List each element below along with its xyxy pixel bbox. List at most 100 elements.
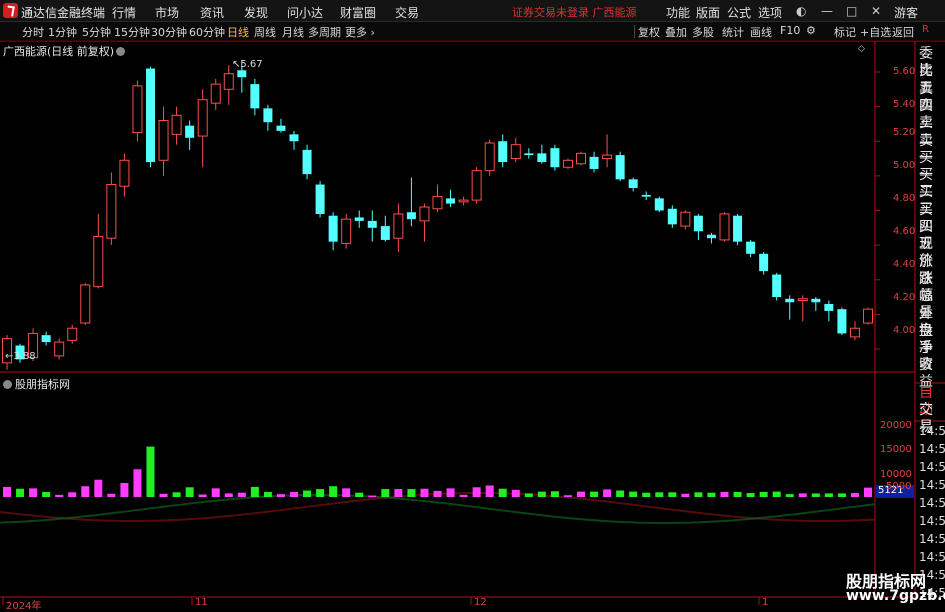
volume-bar (446, 488, 455, 497)
chart-settings-icon[interactable] (116, 47, 126, 56)
volume-bar (511, 489, 520, 497)
separator (634, 25, 635, 38)
skin-icon[interactable]: ◐ (796, 4, 806, 18)
volume-bar (550, 491, 559, 497)
low-price-label: ←3.88 (5, 351, 36, 362)
volume-bar (811, 493, 820, 497)
draw-button[interactable]: 画线 (750, 24, 772, 40)
volume-bar (263, 491, 272, 497)
candle-body (641, 194, 651, 197)
tab-60min[interactable]: 60分钟 (189, 24, 225, 40)
volume-bar (785, 494, 794, 497)
candle-body (367, 220, 377, 228)
x-label-nov: 11 (195, 597, 208, 608)
login-notice[interactable]: 证券交易未登录 广西能源 (512, 4, 637, 20)
candle-body (484, 142, 495, 172)
close-icon[interactable]: ✕ (871, 4, 881, 18)
candle-body (223, 73, 234, 90)
x-label-dec: 12 (474, 597, 487, 608)
volume-bar (590, 491, 599, 497)
volume-bar (16, 488, 25, 497)
menu-layout[interactable]: 版面 (696, 4, 720, 21)
settings-gear-icon[interactable]: ⚙ (806, 24, 816, 37)
tab-multi-period[interactable]: 多周期 (308, 24, 341, 40)
vol-y-tick-5000: 5000 (886, 481, 912, 492)
tab-daily[interactable]: 日线 (227, 24, 249, 40)
volume-bar (55, 494, 64, 497)
collapse-triangle-icon[interactable]: ◇ (858, 44, 865, 54)
volume-bar (798, 493, 807, 497)
menu-market[interactable]: 行情 (112, 4, 136, 21)
maximize-icon[interactable]: □ (846, 4, 857, 18)
adjust-button[interactable]: 复权 (638, 24, 660, 40)
volume-bar (772, 491, 781, 497)
volume-bar (94, 479, 103, 497)
volume-bar (42, 491, 51, 497)
menu-formula[interactable]: 公式 (727, 4, 751, 21)
menu-xiaoda[interactable]: 问小达 (287, 4, 323, 21)
volume-bar (211, 488, 220, 497)
candle-body (471, 170, 482, 201)
volume-bar (329, 486, 338, 497)
multi-stock-button[interactable]: 多股 (692, 24, 714, 40)
candle-body (576, 152, 586, 165)
f10-button[interactable]: F10 (780, 24, 800, 37)
stats-button[interactable]: 统计 (722, 24, 744, 40)
mark-button[interactable]: 标记 (834, 24, 856, 40)
candle-body (863, 308, 873, 324)
tab-more[interactable]: 更多 › (345, 24, 375, 40)
volume-bar (616, 490, 625, 497)
minimize-icon[interactable]: — (821, 4, 833, 18)
guest-label[interactable]: 游客 (894, 4, 918, 21)
tab-1min[interactable]: 1分钟 (48, 24, 77, 40)
tab-weekly[interactable]: 周线 (254, 24, 276, 40)
candle-body (759, 253, 769, 272)
volume-bar (472, 487, 481, 497)
tab-30min[interactable]: 30分钟 (151, 24, 187, 40)
volume-bar (537, 491, 546, 497)
candle-body (93, 235, 104, 288)
candle-body (746, 241, 756, 254)
add-watchlist-button[interactable]: +自选 (860, 24, 891, 40)
volume-bar (133, 469, 142, 497)
menu-trade[interactable]: 交易 (395, 4, 419, 21)
menu-discover[interactable]: 发现 (244, 4, 268, 21)
candle-body (315, 184, 325, 214)
tab-15min[interactable]: 15分钟 (114, 24, 150, 40)
indicator-wave-line (0, 492, 876, 522)
candle-body (602, 154, 613, 160)
volume-bar (355, 492, 364, 497)
candle-body (328, 215, 338, 242)
candle-body (446, 198, 456, 204)
candle-body (119, 159, 130, 187)
menu-news[interactable]: 资讯 (200, 4, 224, 21)
menu-function[interactable]: 功能 (666, 4, 690, 21)
candle-body (550, 148, 560, 168)
volume-bar (498, 488, 507, 497)
volume-bar (29, 488, 38, 497)
candle-body (210, 83, 221, 104)
menu-options[interactable]: 选项 (758, 4, 782, 21)
menu-wealth[interactable]: 财富圈 (340, 4, 376, 21)
tab-monthly[interactable]: 月线 (282, 24, 304, 40)
candle-body (628, 179, 638, 188)
indicator-settings-icon[interactable] (3, 380, 12, 389)
trade-time: 14:56 (919, 442, 945, 456)
menu-markets[interactable]: 市场 (155, 4, 179, 21)
overlay-button[interactable]: 叠加 (665, 24, 687, 40)
chevron-right-icon: › (370, 26, 375, 39)
tab-5min[interactable]: 5分钟 (82, 24, 111, 40)
candle-body (185, 125, 195, 138)
app-logo-icon (3, 3, 18, 18)
trade-time: 14:56 (919, 460, 945, 474)
candle-body (171, 114, 182, 135)
candle-body (537, 153, 547, 163)
volume-bar (759, 491, 768, 497)
chart-area[interactable] (0, 41, 945, 609)
candle-body (824, 303, 834, 311)
y-tick: 5.40 (893, 99, 916, 110)
tab-intraday[interactable]: 分时 (22, 24, 44, 40)
volume-bar (81, 486, 90, 497)
candle-body (849, 327, 860, 338)
back-button[interactable]: 返回 (892, 24, 914, 40)
